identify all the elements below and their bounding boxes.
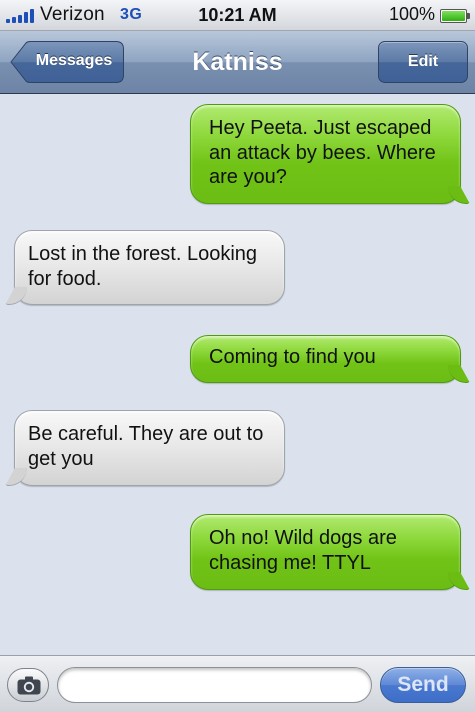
- message-text: Oh no! Wild dogs are chasing me! TTYL: [209, 527, 397, 574]
- battery-percentage: 100%: [388, 4, 435, 24]
- battery-icon: [440, 9, 470, 23]
- message-bubble-incoming: Lost in the forest. Looking for food.: [5, 230, 285, 305]
- camera-button[interactable]: [7, 668, 49, 702]
- message-bubble-outgoing: Hey Peeta. Just escaped an attack by bee…: [190, 104, 470, 204]
- message-bubble-outgoing: Oh no! Wild dogs are chasing me! TTYL: [190, 514, 470, 590]
- message-bubble-outgoing: Coming to find you: [190, 335, 470, 383]
- navigation-bar: Messages Katniss Edit: [0, 31, 475, 94]
- message-text: Hey Peeta. Just escaped an attack by bee…: [209, 117, 436, 188]
- battery-level: [442, 11, 465, 21]
- send-button[interactable]: Send: [380, 667, 466, 703]
- conversation-thread: Hey Peeta. Just escaped an attack by bee…: [0, 94, 475, 655]
- message-bubble-incoming: Be careful. They are out to get you: [5, 410, 285, 486]
- message-text: Be careful. They are out to get you: [28, 423, 264, 470]
- message-text: Lost in the forest. Looking for food.: [28, 243, 258, 290]
- edit-button[interactable]: Edit: [378, 41, 468, 83]
- message-text: Coming to find you: [209, 346, 376, 368]
- message-text-field[interactable]: [57, 667, 372, 703]
- status-bar: Verizon 3G 10:21 AM 100%: [0, 0, 475, 31]
- camera-icon: [17, 676, 41, 695]
- message-input-bar: Send: [0, 655, 475, 712]
